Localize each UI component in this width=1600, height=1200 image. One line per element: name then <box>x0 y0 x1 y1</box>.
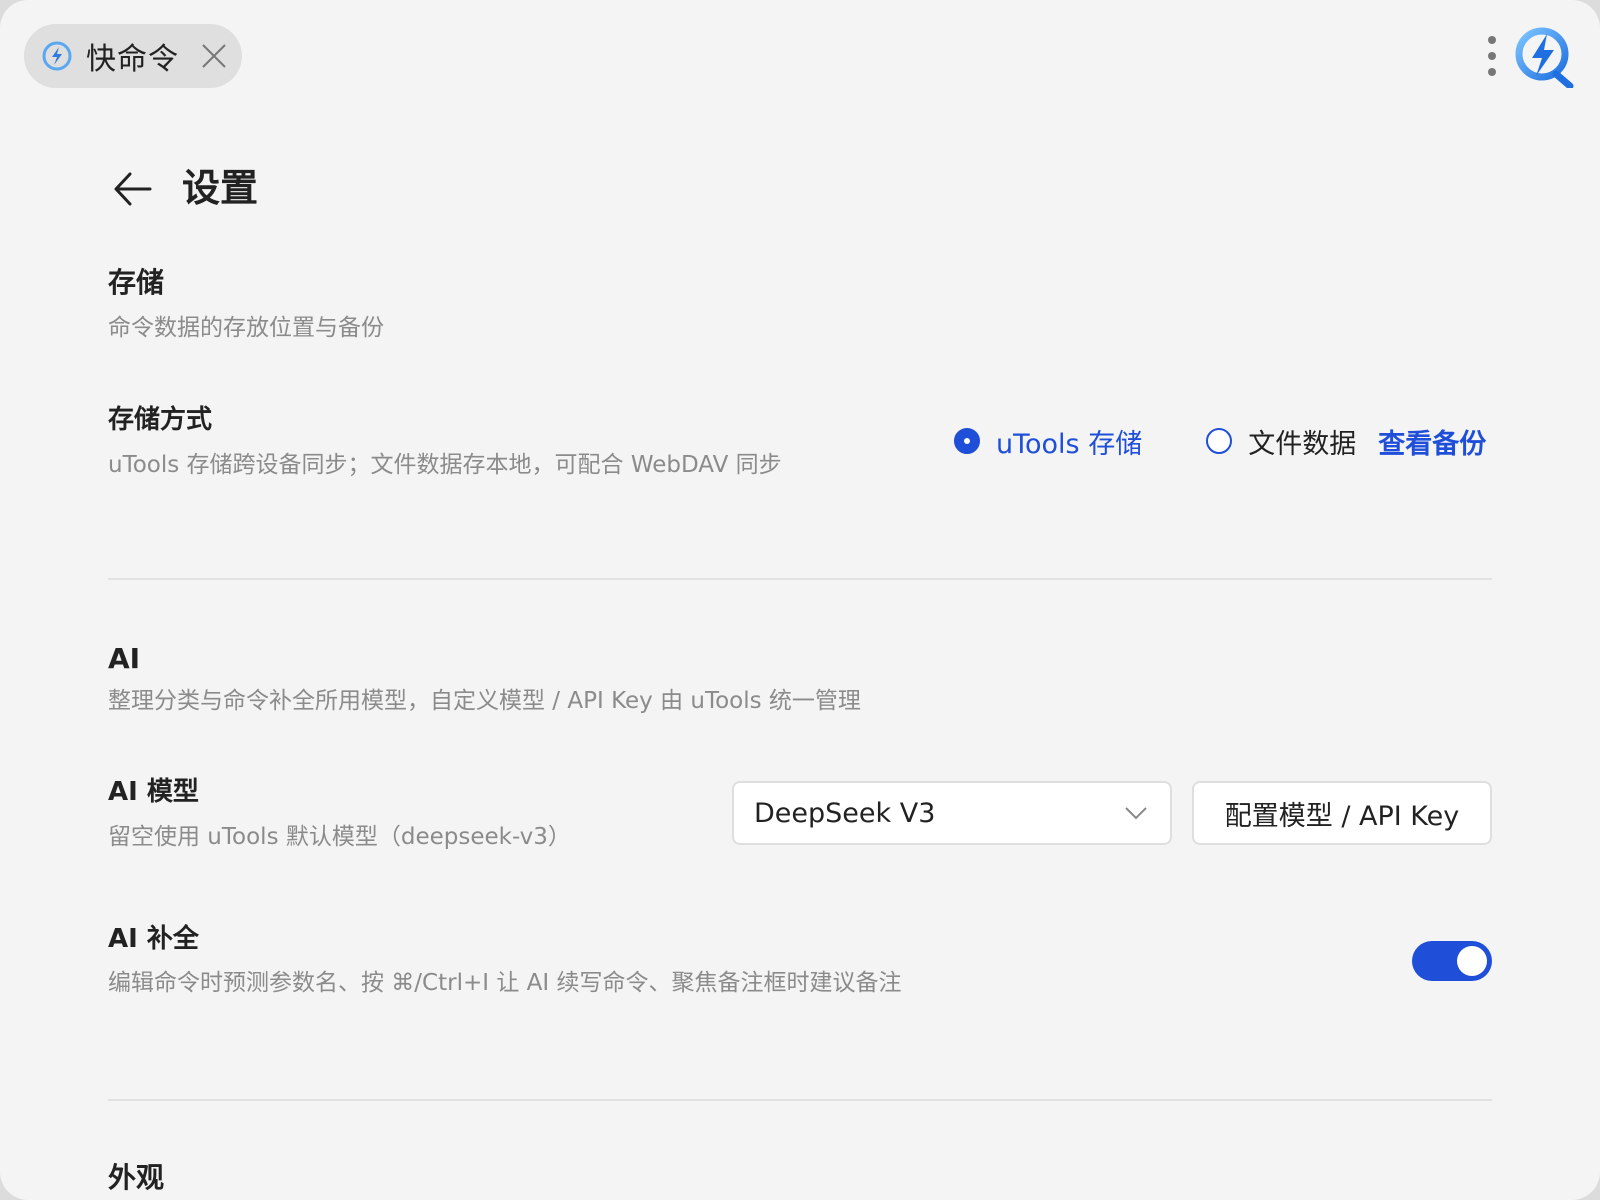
row-desc-storage-mode: uTools 存储跨设备同步；文件数据存本地，可配合 WebDAV 同步 <box>108 452 782 478</box>
row-desc-ai-model: 留空使用 uTools 默认模型（deepseek-v3） <box>108 824 571 850</box>
divider <box>108 578 1492 580</box>
back-arrow-icon[interactable] <box>112 168 154 210</box>
ai-model-select-value: DeepSeek V3 <box>754 797 936 829</box>
tab-quick-command[interactable]: 快命令 <box>24 24 242 88</box>
settings-window: 快命令 设置 存储 命令数据的存放位置与备份 存储方式 uTools 存储跨设备… <box>0 0 1600 1200</box>
row-desc-ai-completion: 编辑命令时预测参数名、按 ⌘/Ctrl+I 让 AI 续写命令、聚焦备注框时建议… <box>108 970 902 996</box>
config-model-api-key-button[interactable]: 配置模型 / API Key <box>1192 781 1492 845</box>
toggle-knob <box>1457 946 1487 976</box>
ai-model-select[interactable]: DeepSeek V3 <box>732 781 1172 845</box>
storage-mode-radio-group: uTools 存储 文件数据 查看备份 <box>954 421 1486 461</box>
utools-logo-icon <box>1515 27 1574 88</box>
section-title-appearance: 外观 <box>108 1161 165 1194</box>
close-icon[interactable] <box>200 42 228 70</box>
section-title-ai: AI <box>108 642 141 675</box>
app-logo-icon <box>42 41 72 71</box>
divider <box>108 1099 1492 1101</box>
row-title-storage-mode: 存储方式 <box>108 405 213 435</box>
view-backup-link[interactable]: 查看备份 <box>1378 422 1486 461</box>
radio-checked-icon <box>954 428 980 454</box>
row-title-ai-completion: AI 补全 <box>108 924 199 954</box>
more-vertical-icon[interactable] <box>1480 32 1504 80</box>
radio-unchecked-icon <box>1206 428 1233 454</box>
radio-file-data[interactable]: 文件数据 <box>1206 422 1356 461</box>
page-title: 设置 <box>182 166 259 210</box>
radio-label: 文件数据 <box>1248 428 1357 460</box>
section-title-storage: 存储 <box>108 266 165 299</box>
chevron-down-icon <box>1125 807 1147 820</box>
ai-completion-toggle[interactable] <box>1412 941 1492 981</box>
tab-label: 快命令 <box>86 42 179 77</box>
radio-label: uTools 存储 <box>996 428 1143 460</box>
row-title-ai-model: AI 模型 <box>108 777 199 807</box>
radio-utools-storage[interactable]: uTools 存储 <box>954 422 1142 461</box>
section-desc-storage: 命令数据的存放位置与备份 <box>108 315 384 341</box>
section-desc-ai: 整理分类与命令补全所用模型，自定义模型 / API Key 由 uTools 统… <box>108 688 861 714</box>
